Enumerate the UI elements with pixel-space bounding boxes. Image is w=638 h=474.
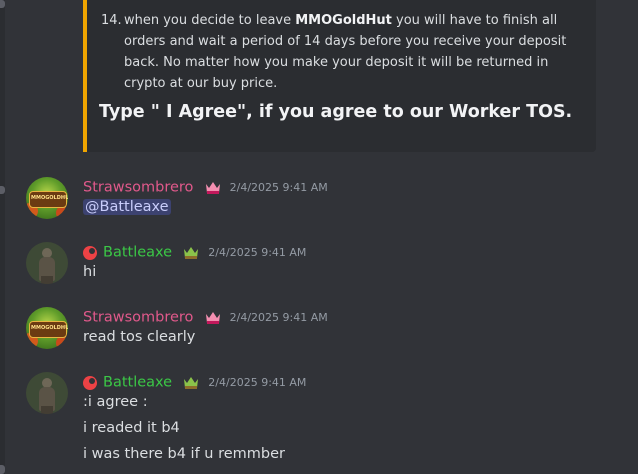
username[interactable]: Strawsombrero xyxy=(83,310,193,326)
tos-embed: 14. when you decide to leave MMOGoldHut … xyxy=(83,0,596,152)
embed-call-to-action: Type " I Agree", if you agree to our Wor… xyxy=(99,102,573,122)
tos-list-item: 14. when you decide to leave MMOGoldHut … xyxy=(101,10,581,94)
avatar-figure xyxy=(41,406,53,414)
crown-icon xyxy=(184,376,199,389)
avatar[interactable]: MMOGOLDHUT xyxy=(26,307,68,349)
tos-text-brand: MMOGoldHut xyxy=(295,13,392,28)
user-mention[interactable]: @Battleaxe xyxy=(83,199,171,215)
message-header: Battleaxe 2/4/2025 9:41 AM xyxy=(83,372,306,392)
crown-icon xyxy=(205,181,220,194)
timestamp[interactable]: 2/4/2025 9:41 AM xyxy=(208,246,306,259)
role-icon xyxy=(83,375,97,390)
timestamp[interactable]: 2/4/2025 9:41 AM xyxy=(208,376,306,389)
message-text: i readed it b4 xyxy=(83,420,180,436)
message-text: read tos clearly xyxy=(83,329,196,345)
message-text: :i agree : xyxy=(83,394,148,410)
avatar-logo-text: MMOGOLDHUT xyxy=(31,195,68,201)
avatar-figure xyxy=(41,276,53,284)
username[interactable]: Strawsombrero xyxy=(83,180,193,196)
timestamp[interactable]: 2/4/2025 9:41 AM xyxy=(230,181,328,194)
rail-indicator xyxy=(0,0,5,8)
message-content: @Battleaxe xyxy=(83,199,171,215)
rail-indicator xyxy=(0,465,5,474)
message-text: i was there b4 if u remmber xyxy=(83,446,285,462)
role-icon xyxy=(83,245,97,260)
rail-indicator xyxy=(0,186,5,194)
message-text: hi xyxy=(83,264,97,280)
username[interactable]: Battleaxe xyxy=(103,245,172,261)
avatar[interactable]: MMOGOLDHUT xyxy=(26,177,68,219)
avatar[interactable] xyxy=(26,372,68,414)
message-header: Strawsombrero 2/4/2025 9:41 AM xyxy=(83,307,328,327)
tos-text-pre: when you decide to leave xyxy=(124,13,296,28)
avatar[interactable] xyxy=(26,242,68,284)
message-header: Strawsombrero 2/4/2025 9:41 AM xyxy=(83,177,328,197)
tos-item-number: 14. xyxy=(101,13,122,28)
username[interactable]: Battleaxe xyxy=(103,375,172,391)
avatar-logo-text: MMOGOLDHUT xyxy=(31,325,68,331)
server-rail xyxy=(0,0,5,474)
timestamp[interactable]: 2/4/2025 9:41 AM xyxy=(230,311,328,324)
message-header: Battleaxe 2/4/2025 9:41 AM xyxy=(83,242,306,262)
crown-icon xyxy=(205,311,220,324)
tos-item-text: when you decide to leave MMOGoldHut you … xyxy=(124,10,581,94)
crown-icon xyxy=(184,246,199,259)
